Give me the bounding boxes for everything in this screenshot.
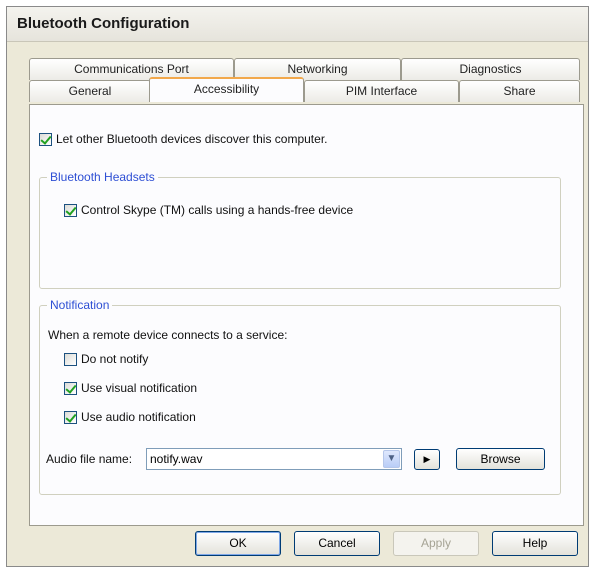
do-not-notify-checkbox-box[interactable] — [64, 352, 77, 366]
audio-notification-checkbox[interactable]: Use audio notification — [64, 410, 196, 424]
bluetooth-headsets-group: Bluetooth Headsets Control Skype (TM) ca… — [39, 170, 561, 289]
tab-diagnostics[interactable]: Diagnostics — [401, 58, 580, 80]
window-title: Bluetooth Configuration — [17, 15, 190, 32]
play-icon: ▶ — [423, 454, 431, 464]
apply-button[interactable]: Apply — [393, 531, 479, 556]
skype-checkbox[interactable]: Control Skype (TM) calls using a hands-f… — [64, 203, 353, 217]
bluetooth-configuration-window: Bluetooth Configuration Communications P… — [6, 6, 589, 567]
checkmark-icon — [65, 203, 77, 216]
title-bar[interactable]: Bluetooth Configuration — [7, 7, 588, 42]
checkmark-icon — [65, 410, 77, 423]
audio-notification-checkbox-box[interactable] — [64, 410, 77, 424]
help-button[interactable]: Help — [492, 531, 578, 556]
audio-file-label: Audio file name: — [46, 452, 133, 466]
visual-notification-checkbox[interactable]: Use visual notification — [64, 381, 197, 395]
visual-notification-checkbox-box[interactable] — [64, 381, 77, 395]
audio-notification-label: Use audio notification — [81, 410, 196, 424]
audio-file-combobox[interactable]: notify.wav ▼ — [146, 448, 402, 470]
visual-notification-label: Use visual notification — [81, 381, 198, 395]
notification-prompt: When a remote device connects to a servi… — [48, 328, 288, 342]
cancel-button[interactable]: Cancel — [294, 531, 380, 556]
audio-file-value: notify.wav — [150, 452, 203, 466]
notification-legend: Notification — [47, 298, 113, 312]
checkmark-icon — [65, 381, 77, 394]
skype-checkbox-box[interactable] — [64, 203, 77, 217]
tab-share[interactable]: Share — [459, 80, 580, 102]
discover-checkbox-box[interactable] — [39, 132, 52, 146]
discover-checkbox[interactable]: Let other Bluetooth devices discover thi… — [39, 132, 327, 146]
notification-group: Notification When a remote device connec… — [39, 298, 561, 495]
play-button[interactable]: ▶ — [414, 449, 440, 470]
browse-button[interactable]: Browse — [456, 448, 545, 470]
discover-checkbox-label: Let other Bluetooth devices discover thi… — [56, 132, 328, 146]
tab-general[interactable]: General — [29, 80, 151, 102]
ok-button[interactable]: OK — [195, 531, 281, 556]
chevron-down-icon[interactable]: ▼ — [383, 450, 400, 468]
checkmark-icon — [40, 132, 52, 145]
do-not-notify-label: Do not notify — [81, 352, 149, 366]
accessibility-panel: Let other Bluetooth devices discover thi… — [29, 104, 584, 526]
skype-checkbox-label: Control Skype (TM) calls using a hands-f… — [81, 203, 354, 217]
tab-accessibility[interactable]: Accessibility — [149, 77, 304, 102]
bluetooth-headsets-legend: Bluetooth Headsets — [47, 170, 158, 184]
tab-pim-interface[interactable]: PIM Interface — [304, 80, 459, 102]
do-not-notify-checkbox[interactable]: Do not notify — [64, 352, 148, 366]
